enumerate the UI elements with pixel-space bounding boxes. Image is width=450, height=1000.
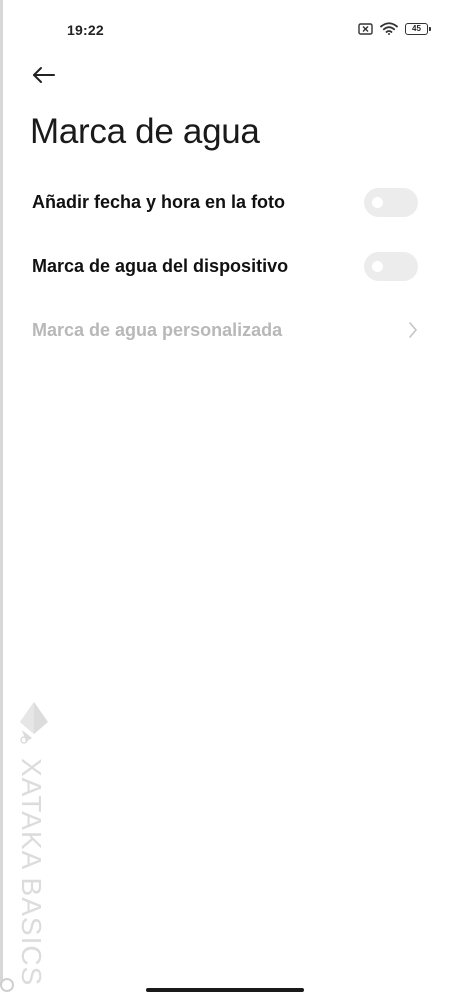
battery-level: 45 (412, 23, 421, 33)
setting-custom-watermark[interactable]: Marca de agua personalizada (0, 298, 450, 362)
wifi-icon (380, 22, 398, 35)
status-time: 19:22 (67, 22, 104, 38)
setting-label: Marca de agua del dispositivo (32, 255, 289, 276)
watermark-text: XATAKA BASICS (16, 758, 47, 987)
xataka-logo-icon (20, 702, 48, 744)
home-indicator[interactable] (146, 988, 304, 992)
chevron-right-icon (409, 322, 417, 338)
setting-label: Marca de agua personalizada (32, 319, 283, 340)
toggle-knob (372, 197, 383, 208)
xataka-watermark: XATAKA BASICS (14, 700, 54, 986)
rail-knob (0, 978, 14, 992)
back-button[interactable] (28, 60, 60, 90)
toggle-knob (372, 261, 383, 272)
status-bar: 19:22 45 (0, 0, 450, 60)
device-watermark-toggle[interactable] (364, 252, 418, 281)
setting-add-date-time[interactable]: Añadir fecha y hora en la foto (0, 170, 450, 234)
status-icons: 45 (358, 22, 431, 35)
date-time-toggle[interactable] (364, 188, 418, 217)
sim-x-icon (358, 22, 373, 35)
left-edge-rail (0, 0, 3, 986)
settings-list: Añadir fecha y hora en la foto Marca de … (0, 170, 450, 362)
arrow-left-icon (33, 67, 55, 83)
setting-label: Añadir fecha y hora en la foto (32, 191, 286, 212)
page-title: Marca de agua (30, 112, 260, 151)
battery-icon: 45 (405, 22, 431, 35)
setting-device-watermark[interactable]: Marca de agua del dispositivo (0, 234, 450, 298)
